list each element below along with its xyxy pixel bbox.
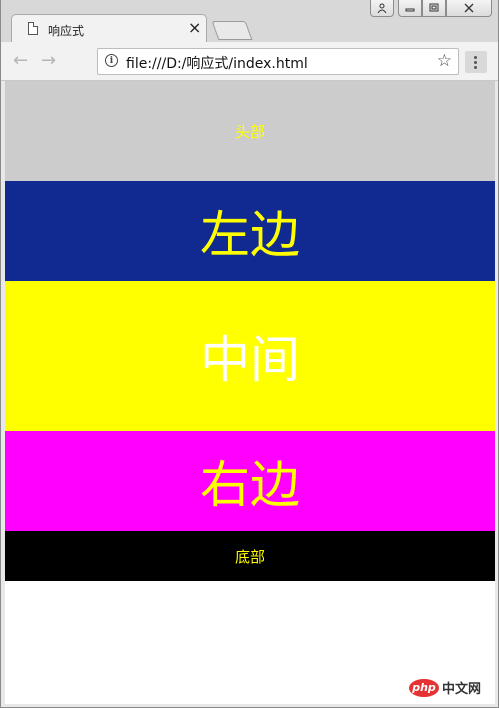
right-section: 右边 [5, 431, 495, 531]
page-icon [28, 22, 38, 35]
right-text: 右边 [200, 456, 300, 514]
php-badge: php [409, 678, 439, 697]
browser-tab[interactable]: 响应式 × [11, 14, 207, 44]
tab-title: 响应式 [48, 24, 85, 38]
info-icon[interactable]: i [105, 54, 118, 67]
header-section: 头部 [5, 81, 495, 181]
url-text[interactable]: file:///D:/响应式/index.html [126, 53, 308, 73]
minimize-icon[interactable] [398, 0, 422, 17]
php-watermark-logo: php 中文网 [409, 678, 481, 697]
middle-section: 中间 [5, 281, 495, 431]
watermark-text: 中文网 [442, 682, 482, 697]
window-controls [370, 0, 492, 18]
footer-text: 底部 [234, 547, 265, 566]
header-text: 头部 [234, 122, 265, 141]
kebab-menu-icon[interactable] [465, 51, 487, 73]
forward-arrow-icon[interactable]: → [41, 51, 56, 71]
maximize-icon[interactable] [422, 0, 446, 17]
left-text: 左边 [200, 206, 300, 264]
back-arrow-icon[interactable]: ← [13, 51, 28, 71]
new-tab-button[interactable] [211, 21, 253, 40]
footer-section: 底部 [5, 531, 495, 581]
browser-toolbar: ← → i file:///D:/响应式/index.html ☆ [1, 42, 498, 81]
user-icon[interactable] [370, 0, 394, 17]
page-viewport: 头部 左边 中间 右边 底部 [5, 81, 495, 704]
title-bar: 响应式 × [1, 0, 498, 44]
browser-window: 响应式 × ← → i file:///D:/响应式/index.html ☆ … [0, 0, 499, 708]
middle-text: 中间 [200, 331, 300, 389]
left-section: 左边 [5, 181, 495, 281]
close-window-icon[interactable] [446, 0, 492, 17]
address-bar[interactable]: i file:///D:/响应式/index.html ☆ [97, 48, 459, 75]
star-icon[interactable]: ☆ [437, 51, 452, 71]
tab-close-icon[interactable]: × [188, 19, 201, 37]
